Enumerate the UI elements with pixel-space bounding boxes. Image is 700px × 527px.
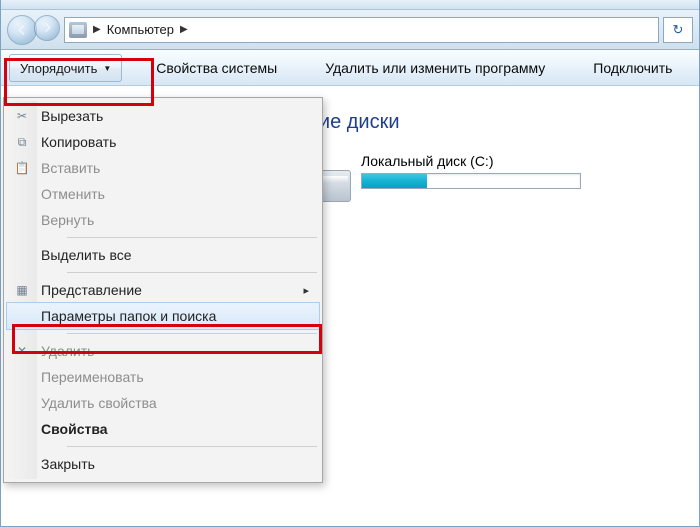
- menu-item-redo[interactable]: Вернуть: [7, 207, 319, 233]
- menu-item-cut[interactable]: ✂ Вырезать: [7, 103, 319, 129]
- menu-item-properties[interactable]: Свойства: [7, 416, 319, 442]
- menu-label: Вырезать: [41, 108, 103, 124]
- layout-icon: ▦: [14, 282, 30, 298]
- menu-separator: [67, 237, 317, 238]
- menu-label: Вернуть: [41, 212, 94, 228]
- window-frame: [1, 0, 699, 10]
- menu-label: Удалить свойства: [41, 395, 157, 411]
- menu-item-undo[interactable]: Отменить: [7, 181, 319, 207]
- menu-separator: [67, 333, 317, 334]
- organize-label: Упорядочить: [20, 61, 97, 76]
- organize-menu: ✂ Вырезать ⧉ Копировать 📋 Вставить Отмен…: [3, 97, 323, 483]
- menu-label: Параметры папок и поиска: [41, 308, 216, 324]
- back-button[interactable]: [7, 15, 37, 45]
- drive-capacity-fill: [362, 174, 427, 188]
- computer-icon: [69, 22, 87, 38]
- refresh-icon: ↻: [673, 22, 684, 38]
- menu-separator: [67, 446, 317, 447]
- menu-label: Закрыть: [41, 456, 95, 472]
- menu-item-paste[interactable]: 📋 Вставить: [7, 155, 319, 181]
- drive-item[interactable]: Локальный диск (C:): [311, 153, 581, 202]
- address-bar-row: ▶ Компьютер ▶ ↻: [1, 10, 699, 50]
- menu-item-delete-properties[interactable]: Удалить свойства: [7, 390, 319, 416]
- delete-icon: ✕: [14, 343, 30, 359]
- address-bar[interactable]: ▶ Компьютер ▶: [64, 17, 659, 43]
- breadcrumb-item[interactable]: Компьютер: [107, 22, 174, 37]
- menu-item-copy[interactable]: ⧉ Копировать: [7, 129, 319, 155]
- forward-button[interactable]: [34, 15, 60, 41]
- menu-separator: [67, 272, 317, 273]
- menu-item-folder-options[interactable]: Параметры папок и поиска: [7, 303, 319, 329]
- scissors-icon: ✂: [14, 108, 30, 124]
- chevron-right-icon[interactable]: ▶: [180, 24, 188, 35]
- menu-label: Копировать: [41, 134, 116, 150]
- connect-button[interactable]: Подключить: [579, 50, 686, 85]
- menu-label: Свойства: [41, 421, 108, 437]
- refresh-button[interactable]: ↻: [663, 17, 693, 43]
- menu-item-close[interactable]: Закрыть: [7, 451, 319, 477]
- menu-label: Вставить: [41, 160, 100, 176]
- clipboard-icon: 📋: [14, 160, 30, 176]
- drive-capacity-bar: [361, 173, 581, 189]
- toolbar: Упорядочить ▼ Свойства системы Удалить и…: [1, 50, 699, 86]
- menu-label: Переименовать: [41, 369, 144, 385]
- organize-button[interactable]: Упорядочить ▼: [9, 54, 122, 82]
- menu-item-rename[interactable]: Переименовать: [7, 364, 319, 390]
- menu-item-view[interactable]: ▦ Представление: [7, 277, 319, 303]
- uninstall-change-button[interactable]: Удалить или изменить программу: [311, 50, 559, 85]
- menu-label: Представление: [41, 282, 142, 298]
- copy-icon: ⧉: [14, 134, 30, 150]
- menu-label: Удалить: [41, 343, 94, 359]
- chevron-right-icon[interactable]: ▶: [93, 24, 101, 35]
- menu-item-select-all[interactable]: Выделить все: [7, 242, 319, 268]
- menu-item-delete[interactable]: ✕ Удалить: [7, 338, 319, 364]
- menu-label: Отменить: [41, 186, 105, 202]
- drive-label: Локальный диск (C:): [361, 153, 581, 169]
- nav-buttons: [7, 15, 60, 45]
- chevron-down-icon: ▼: [103, 64, 111, 73]
- menu-label: Выделить все: [41, 247, 132, 263]
- system-properties-button[interactable]: Свойства системы: [142, 50, 291, 85]
